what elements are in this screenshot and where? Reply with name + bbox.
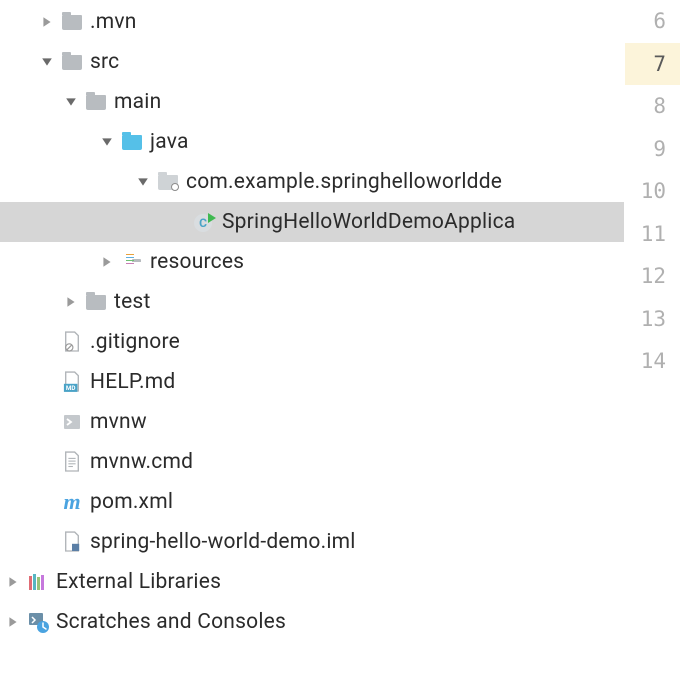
- folder-icon: [60, 10, 84, 34]
- tree-item-label: com.example.springhelloworldde: [186, 170, 502, 194]
- tree-item-iml[interactable]: spring-hello-world-demo.iml: [0, 522, 624, 562]
- tree-item-mvn[interactable]: .mvn: [0, 2, 624, 42]
- tree-item-label: mvnw: [90, 410, 147, 434]
- tree-item-resources[interactable]: resources: [0, 242, 624, 282]
- tree-item-test[interactable]: test: [0, 282, 624, 322]
- gutter-line-number[interactable]: 7: [625, 43, 680, 86]
- tree-item-label: spring-hello-world-demo.iml: [90, 530, 356, 554]
- gutter-line-number[interactable]: 11: [625, 213, 680, 256]
- gutter-line-number[interactable]: 6: [625, 0, 680, 43]
- resources-folder-icon: [120, 250, 144, 274]
- chevron-down-icon[interactable]: [96, 131, 118, 153]
- folder-icon: [84, 290, 108, 314]
- tree-item-gitignore[interactable]: .gitignore: [0, 322, 624, 362]
- gutter-line-number[interactable]: 12: [625, 255, 680, 298]
- module-file-icon: [60, 530, 84, 554]
- tree-item-label: External Libraries: [56, 570, 221, 594]
- tree-item-label: java: [150, 130, 189, 154]
- tree-item-label: .mvn: [90, 10, 137, 34]
- gutter-line-number[interactable]: 8: [625, 85, 680, 128]
- tree-item-label: .gitignore: [90, 330, 180, 354]
- gutter-line-number[interactable]: 9: [625, 128, 680, 171]
- tree-item-help[interactable]: MD HELP.md: [0, 362, 624, 402]
- tree-item-mvnw[interactable]: mvnw: [0, 402, 624, 442]
- shell-script-icon: [60, 410, 84, 434]
- tree-item-label: resources: [150, 250, 244, 274]
- gutter-line-number[interactable]: 13: [625, 298, 680, 341]
- tree-item-src[interactable]: src: [0, 42, 624, 82]
- tree-item-label: mvnw.cmd: [90, 450, 193, 474]
- tree-item-label: SpringHelloWorldDemoApplica: [222, 210, 515, 234]
- tree-item-label: test: [114, 290, 151, 314]
- package-icon: [156, 170, 180, 194]
- tree-item-scratches[interactable]: Scratches and Consoles: [0, 602, 624, 642]
- markdown-file-icon: MD: [60, 370, 84, 394]
- tree-item-external-libraries[interactable]: External Libraries: [0, 562, 624, 602]
- chevron-down-icon[interactable]: [60, 91, 82, 113]
- editor-gutter: 6 7 8 9 10 11 12 13 14: [624, 0, 680, 680]
- folder-icon: [60, 50, 84, 74]
- text-file-icon: [60, 450, 84, 474]
- tree-item-java[interactable]: java: [0, 122, 624, 162]
- tree-item-main[interactable]: main: [0, 82, 624, 122]
- chevron-right-icon[interactable]: [2, 611, 24, 633]
- chevron-down-icon[interactable]: [36, 51, 58, 73]
- tree-item-package[interactable]: com.example.springhelloworldde: [0, 162, 624, 202]
- tree-item-label: main: [114, 90, 161, 114]
- svg-text:MD: MD: [66, 384, 76, 392]
- chevron-down-icon[interactable]: [132, 171, 154, 193]
- maven-pom-icon: m: [60, 490, 84, 514]
- tree-item-label: Scratches and Consoles: [56, 610, 286, 634]
- project-tree: .mvn src main: [0, 0, 624, 680]
- chevron-right-icon[interactable]: [60, 291, 82, 313]
- gitignore-file-icon: [60, 330, 84, 354]
- gutter-line-number[interactable]: 10: [625, 170, 680, 213]
- libraries-icon: [26, 570, 50, 594]
- chevron-right-icon[interactable]: [36, 11, 58, 33]
- tree-item-label: src: [90, 50, 119, 74]
- scratches-icon: [26, 610, 50, 634]
- tree-item-application[interactable]: C SpringHelloWorldDemoApplica: [0, 202, 624, 242]
- source-folder-icon: [120, 130, 144, 154]
- chevron-right-icon[interactable]: [96, 251, 118, 273]
- folder-icon: [84, 90, 108, 114]
- java-class-runnable-icon: C: [192, 210, 216, 234]
- tree-item-label: HELP.md: [90, 370, 175, 394]
- gutter-line-number[interactable]: 14: [625, 340, 680, 383]
- tree-item-mvnwcmd[interactable]: mvnw.cmd: [0, 442, 624, 482]
- svg-text:C: C: [199, 216, 207, 230]
- chevron-right-icon[interactable]: [2, 571, 24, 593]
- tree-item-label: pom.xml: [90, 490, 173, 514]
- tree-item-pom[interactable]: m pom.xml: [0, 482, 624, 522]
